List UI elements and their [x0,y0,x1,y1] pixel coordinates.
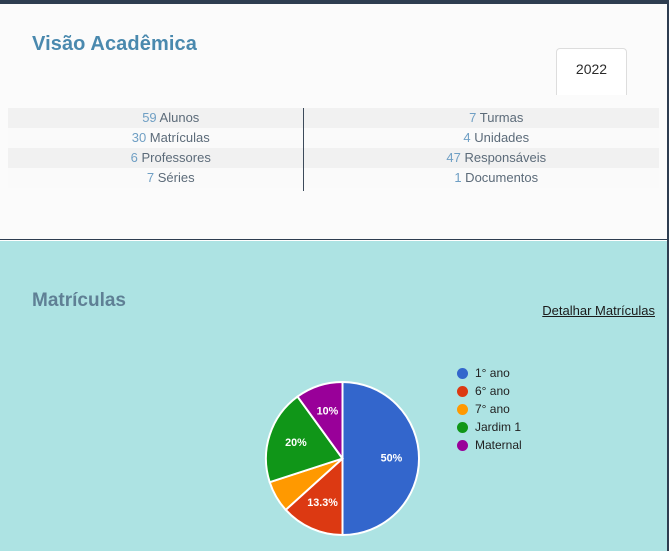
year-selector-label: 2022 [575,61,608,77]
legend-item[interactable]: 7° ano [457,400,617,418]
legend-item[interactable]: 6° ano [457,382,617,400]
stats-row: 6 Professores 47 Responsáveis [8,148,659,168]
legend-label: Maternal [475,438,522,452]
stats-row: 59 Alunos 7 Turmas [8,108,659,128]
chart-legend: 1° ano 6° ano 7° ano Jardim 1 Maternal [457,364,617,454]
stats-row: 7 Séries 1 Documentos [8,168,659,188]
legend-color-swatch-icon [457,367,468,379]
stats-column-divider [303,108,304,191]
enrollment-chart: 50% 13.3% 20% 10% 1° ano 6° ano 7° ano Jardim … [0,359,667,551]
stats-row: 30 Matrículas 4 Unidades [8,128,659,148]
legend-color-swatch-icon [457,385,468,397]
stat-value: 47 [446,150,461,165]
stat-label: Alunos [156,110,200,125]
page-title: Visão Acadêmica [32,33,197,56]
stats-grid: 59 Alunos 7 Turmas 30 Matrículas 4 Unidades… [8,108,659,188]
stat-label: Responsáveis [460,150,547,165]
legend-item[interactable]: Jardim 1 [457,418,617,436]
enrollment-panel: Matrículas Detalhar Matrículas 50% 13.3% 2… [0,241,667,551]
stat-value: 30 [131,130,147,145]
stat-turmas: 7 Turmas [334,108,660,128]
stat-professores: 6 Professores [8,148,334,168]
pie-chart-svg[interactable]: 50% 13.3% 20% 10% [264,380,421,537]
legend-item[interactable]: 1° ano [457,364,617,382]
stat-documentos: 1 Documentos [334,168,660,188]
detail-enrollments-link[interactable]: Detalhar Matrículas [542,303,655,318]
stat-label: Documentos [461,170,539,185]
legend-label: 1° ano [475,366,510,380]
stat-label: Unidades [470,130,530,145]
stat-alunos: 59 Alunos [8,108,334,128]
stat-matr-culas: 30 Matrículas [8,128,334,148]
pie-chart: 50% 13.3% 20% 10% [264,380,421,537]
stat-label: Matrículas [146,130,210,145]
legend-color-swatch-icon [457,421,468,433]
stat-value: 4 [463,130,471,145]
stat-respons-veis: 47 Responsáveis [334,148,660,168]
legend-color-swatch-icon [457,439,468,451]
legend-color-swatch-icon [457,403,468,415]
pie-slice-label: 13.3% [307,497,338,509]
stat-label: Professores [137,150,211,165]
stat-value: 59 [142,110,157,125]
pie-slice-label: 20% [285,437,307,449]
academic-overview-card: Visão Acadêmica 2022 59 Alunos 7 Turmas 30… [0,4,667,240]
year-selector-tab[interactable]: 2022 [556,48,627,95]
legend-label: Jardim 1 [475,420,522,434]
stat-label: Séries [154,170,195,185]
legend-label: 7° ano [475,402,510,416]
stat-value: 1 [454,170,462,185]
pie-slice-label: 10% [317,406,339,418]
stat-s-ries: 7 Séries [8,168,334,188]
legend-label: 6° ano [475,384,510,398]
dashboard-page: Visão Acadêmica 2022 59 Alunos 7 Turmas 30… [0,0,669,551]
legend-item[interactable]: Maternal [457,436,617,454]
stat-unidades: 4 Unidades [334,128,660,148]
stat-value: 6 [130,150,138,165]
stat-label: Turmas [476,110,524,125]
pie-slice-label: 50% [381,452,403,464]
enrollment-title: Matrículas [32,289,126,311]
